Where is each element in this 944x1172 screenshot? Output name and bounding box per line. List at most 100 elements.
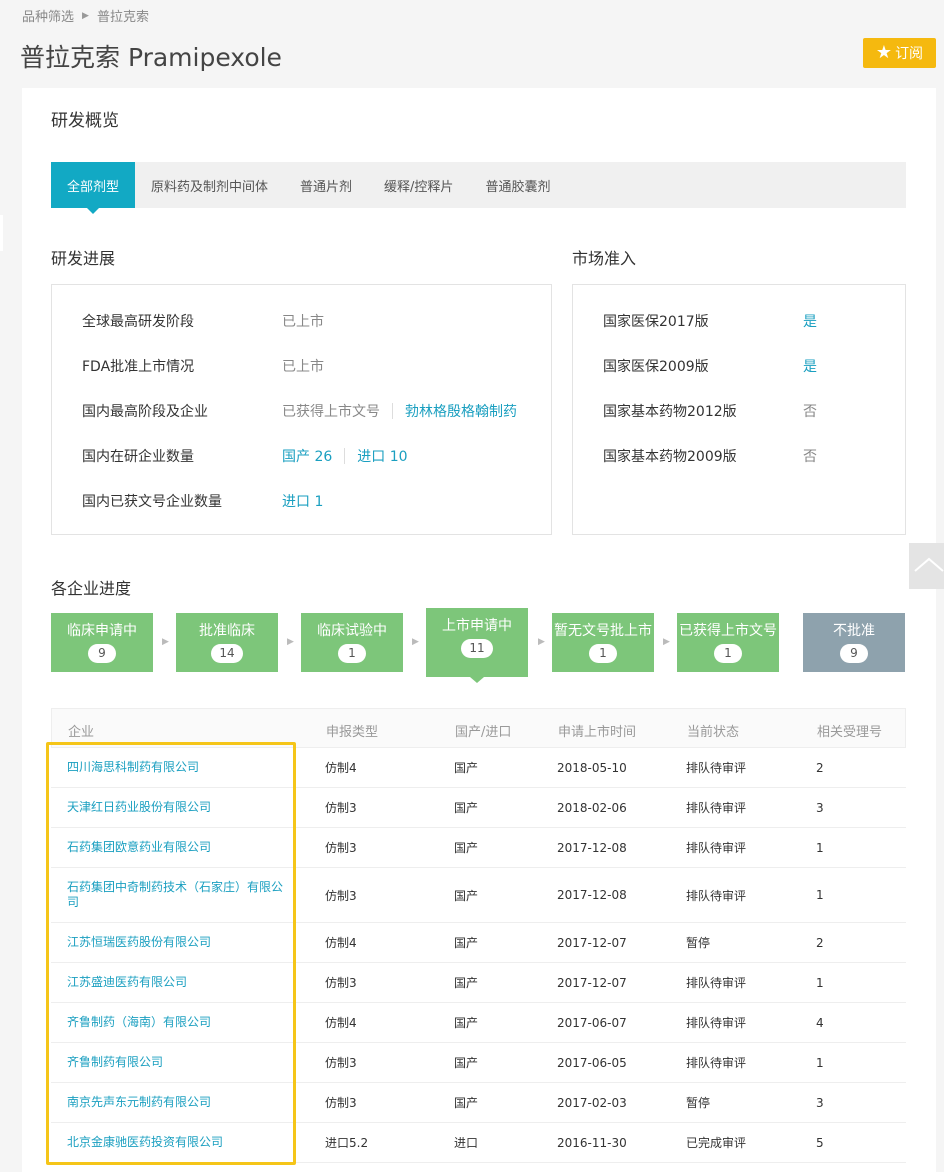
company-cell[interactable]: 四川海思科制药有限公司 xyxy=(67,748,289,787)
import-approved-link[interactable]: 进口 1 xyxy=(282,491,323,511)
domestic-count-link[interactable]: 国产 26 xyxy=(282,446,332,466)
stage-market-number[interactable]: 已获得上市文号 1 xyxy=(677,613,779,672)
stage-rejected[interactable]: 不批准 9 xyxy=(803,613,905,672)
progress-label: 国内在研企业数量 xyxy=(82,449,194,465)
chevron-right-icon: ▶ xyxy=(412,637,419,647)
stage-approved-no-number[interactable]: 暂无文号批上市 1 xyxy=(552,613,654,672)
stage-clinical-trial[interactable]: 临床试验中 1 xyxy=(301,613,403,672)
tab-api[interactable]: 原料药及制剂中间体 xyxy=(135,162,284,208)
stage-clinical-application[interactable]: 临床申请中 9 xyxy=(51,613,153,672)
date-cell: 2017-12-08 xyxy=(557,888,627,902)
chevron-right-icon: ▶ xyxy=(538,637,545,647)
market-label: 国家医保2009版 xyxy=(603,359,709,375)
status-cell: 暂停 xyxy=(686,1096,711,1110)
dosage-tabs: 全部剂型 原料药及制剂中间体 普通片剂 缓释/控释片 普通胶囊剂 xyxy=(51,162,906,214)
date-cell: 2017-06-05 xyxy=(557,1055,627,1070)
date-cell: 2018-02-06 xyxy=(557,800,627,815)
receipt-cell[interactable]: 1 xyxy=(816,828,824,867)
stage-count: 14 xyxy=(211,644,243,663)
subscribe-label: 订阅 xyxy=(895,46,924,62)
table-row: 齐鲁制药有限公司 仿制3 国产 2017-06-05 排队待审评 1 xyxy=(51,1043,906,1083)
table-row: 石药集团中奇制药技术（石家庄）有限公司 仿制3 国产 2017-12-08 排队待审评 1 xyxy=(51,868,906,923)
company-cell[interactable]: 南京先声东元制药有限公司 xyxy=(67,1083,289,1122)
chevron-right-icon: ▶ xyxy=(162,637,169,647)
side-tab-marker xyxy=(0,215,3,251)
progress-row: 国内最高阶段及企业 xyxy=(82,401,208,421)
origin-cell: 国产 xyxy=(454,1016,479,1030)
chevron-right-icon: ▶ xyxy=(287,637,294,647)
market-value[interactable]: 是 xyxy=(803,311,817,331)
receipt-cell[interactable]: 2 xyxy=(816,748,824,787)
company-cell[interactable]: 北京金康驰医药投资有限公司 xyxy=(67,1123,289,1162)
receipt-cell[interactable]: 1 xyxy=(816,963,824,1002)
market-value[interactable]: 是 xyxy=(803,356,817,376)
stage-label: 已获得上市文号 xyxy=(679,623,777,639)
table-row: 齐鲁制药（海南）有限公司 仿制4 国产 2017-06-07 排队待审评 4 xyxy=(51,1003,906,1043)
table-row: 北京金康驰医药投资有限公司 进口5.2 进口 2016-11-30 已完成审评 5 xyxy=(51,1123,906,1163)
star-icon: ★ xyxy=(875,42,893,63)
stage-count: 1 xyxy=(338,644,366,663)
column-header: 申报类型 xyxy=(326,725,379,740)
company-cell[interactable]: 齐鲁制药有限公司 xyxy=(67,1043,289,1082)
type-cell: 仿制4 xyxy=(325,1016,357,1030)
table-row: 江苏盛迪医药有限公司 仿制3 国产 2017-12-07 排队待审评 1 xyxy=(51,963,906,1003)
column-header: 当前状态 xyxy=(687,725,740,740)
company-cell[interactable]: 石药集团中奇制药技术（石家庄）有限公司 xyxy=(67,868,289,922)
receipt-cell[interactable]: 1 xyxy=(816,868,824,922)
stage-count: 1 xyxy=(589,644,617,663)
table-row: 南京先声东元制药有限公司 仿制3 国产 2017-02-03 暂停 3 xyxy=(51,1083,906,1123)
tab-all[interactable]: 全部剂型 xyxy=(51,162,136,214)
receipt-cell[interactable]: 3 xyxy=(816,788,824,827)
back-to-top-button[interactable] xyxy=(909,543,944,589)
progress-row: 全球最高研发阶段 xyxy=(82,311,194,331)
market-label: 国家基本药物2012版 xyxy=(603,404,737,420)
breadcrumb-parent[interactable]: 品种筛选 xyxy=(22,6,74,25)
progress-row: 国内在研企业数量 xyxy=(82,446,194,466)
market-value: 否 xyxy=(803,449,817,465)
company-cell[interactable]: 江苏盛迪医药有限公司 xyxy=(67,963,289,1002)
company-table: 企业 申报类型 国产/进口 申请上市时间 当前状态 相关受理号 四川海思科制药有… xyxy=(51,708,906,1163)
market-row: 国家医保2009版 xyxy=(603,356,709,376)
tab-tablet[interactable]: 普通片剂 xyxy=(284,162,368,208)
company-cell[interactable]: 江苏恒瑞医药股份有限公司 xyxy=(67,923,289,962)
divider xyxy=(344,448,346,464)
progress-value: 已上市 xyxy=(282,359,324,375)
date-cell: 2017-12-07 xyxy=(557,935,627,950)
origin-cell: 进口 xyxy=(454,1136,479,1150)
type-cell: 仿制3 xyxy=(325,1056,357,1070)
progress-label: 全球最高研发阶段 xyxy=(82,314,194,330)
status-cell: 排队待审评 xyxy=(686,888,747,903)
company-link[interactable]: 勃林格殷格翰制药 xyxy=(405,401,517,421)
origin-cell: 国产 xyxy=(454,801,479,815)
table-row: 石药集团欧意药业有限公司 仿制3 国产 2017-12-08 排队待审评 1 xyxy=(51,828,906,868)
stage-clinical-approved[interactable]: 批准临床 14 xyxy=(176,613,278,672)
stage-count: 1 xyxy=(714,644,742,663)
column-header: 相关受理号 xyxy=(817,725,883,740)
origin-cell: 国产 xyxy=(454,1096,479,1110)
stage-label: 临床申请中 xyxy=(67,623,137,639)
stage-count: 11 xyxy=(461,639,493,658)
date-cell: 2017-12-08 xyxy=(557,840,627,855)
market-box: 国家医保2017版 是 国家医保2009版 是 国家基本药物2012版 否 国家… xyxy=(572,284,906,535)
tab-extended-release[interactable]: 缓释/控释片 xyxy=(368,162,469,208)
receipt-cell[interactable]: 5 xyxy=(816,1123,824,1162)
subscribe-button[interactable]: ★ 订阅 xyxy=(863,38,936,68)
table-row: 天津红日药业股份有限公司 仿制3 国产 2018-02-06 排队待审评 3 xyxy=(51,788,906,828)
receipt-cell[interactable]: 4 xyxy=(816,1003,824,1042)
company-progress-title: 各企业进度 xyxy=(51,579,132,598)
receipt-cell[interactable]: 1 xyxy=(816,1043,824,1082)
receipt-cell[interactable]: 3 xyxy=(816,1083,824,1122)
company-cell[interactable]: 天津红日药业股份有限公司 xyxy=(67,788,289,827)
origin-cell: 国产 xyxy=(454,1056,479,1070)
status-cell: 排队待审评 xyxy=(686,976,747,990)
tab-capsule[interactable]: 普通胶囊剂 xyxy=(469,162,566,208)
progress-label: 国内已获文号企业数量 xyxy=(82,494,222,510)
stage-count: 9 xyxy=(840,644,868,663)
receipt-cell[interactable]: 2 xyxy=(816,923,824,962)
status-cell: 排队待审评 xyxy=(686,1016,747,1030)
market-label: 国家基本药物2009版 xyxy=(603,449,737,465)
import-count-link[interactable]: 进口 10 xyxy=(357,446,407,466)
stage-market-application[interactable]: 上市申请中 11 xyxy=(426,608,528,683)
company-cell[interactable]: 石药集团欧意药业有限公司 xyxy=(67,828,289,867)
company-cell[interactable]: 齐鲁制药（海南）有限公司 xyxy=(67,1003,289,1042)
